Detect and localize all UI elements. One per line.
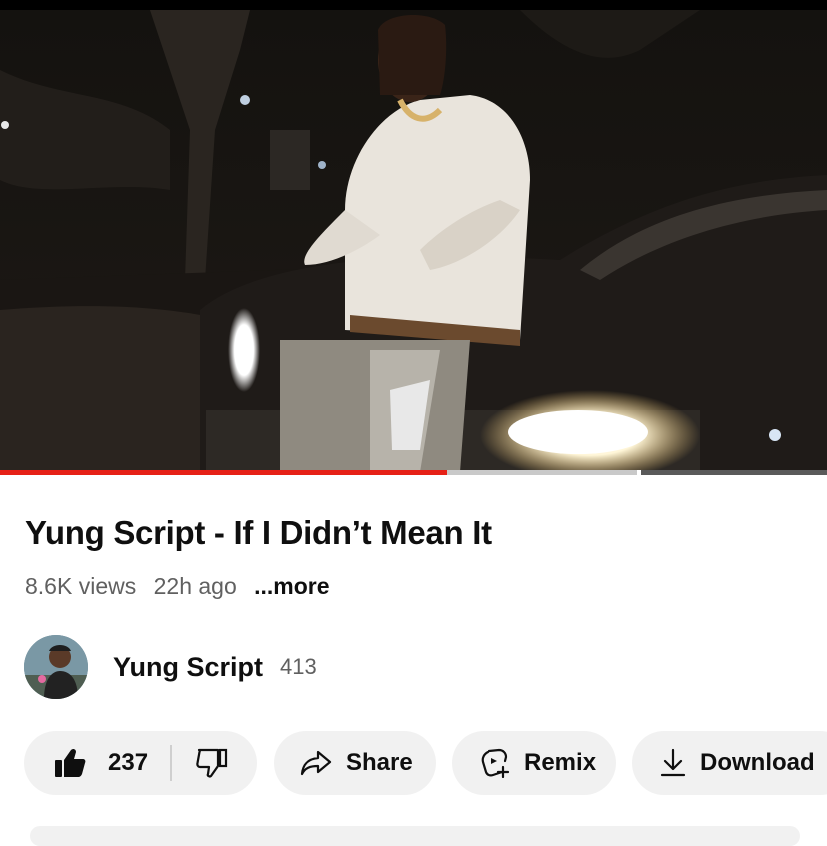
video-frame — [0, 10, 827, 472]
progress-played — [0, 470, 447, 475]
thumbs-down-icon[interactable] — [196, 748, 228, 778]
remix-button[interactable]: Remix — [452, 731, 616, 795]
remix-icon — [480, 748, 510, 778]
download-icon — [660, 748, 686, 778]
channel-avatar[interactable] — [24, 635, 88, 699]
download-label: Download — [700, 749, 815, 776]
video-title: Yung Script - If I Didn’t Mean It — [25, 514, 492, 551]
download-button[interactable]: Download — [632, 731, 827, 795]
thumbs-up-icon[interactable] — [54, 748, 86, 778]
share-label: Share — [346, 749, 413, 776]
view-count: 8.6K views — [25, 573, 137, 599]
channel-name[interactable]: Yung Script — [113, 652, 263, 683]
channel-row[interactable]: Yung Script 413 — [24, 634, 317, 700]
upload-age: 22h ago — [153, 573, 237, 599]
video-player[interactable] — [0, 10, 827, 472]
share-button[interactable]: Share — [274, 731, 436, 795]
progress-segment-gap — [636, 470, 641, 475]
video-progress-bar[interactable] — [0, 470, 827, 475]
top-status-strip — [0, 0, 827, 10]
like-dislike-bar: 237 — [24, 731, 257, 795]
share-arrow-icon — [300, 749, 332, 777]
video-meta[interactable]: 8.6K views 22h ago ...more — [25, 573, 341, 600]
like-divider — [170, 745, 173, 781]
like-count[interactable]: 237 — [108, 749, 148, 777]
next-section-card[interactable] — [30, 826, 800, 846]
subscriber-count: 413 — [280, 654, 317, 679]
avatar-image — [24, 635, 88, 699]
remix-label: Remix — [524, 749, 597, 776]
more-link[interactable]: ...more — [254, 573, 329, 599]
